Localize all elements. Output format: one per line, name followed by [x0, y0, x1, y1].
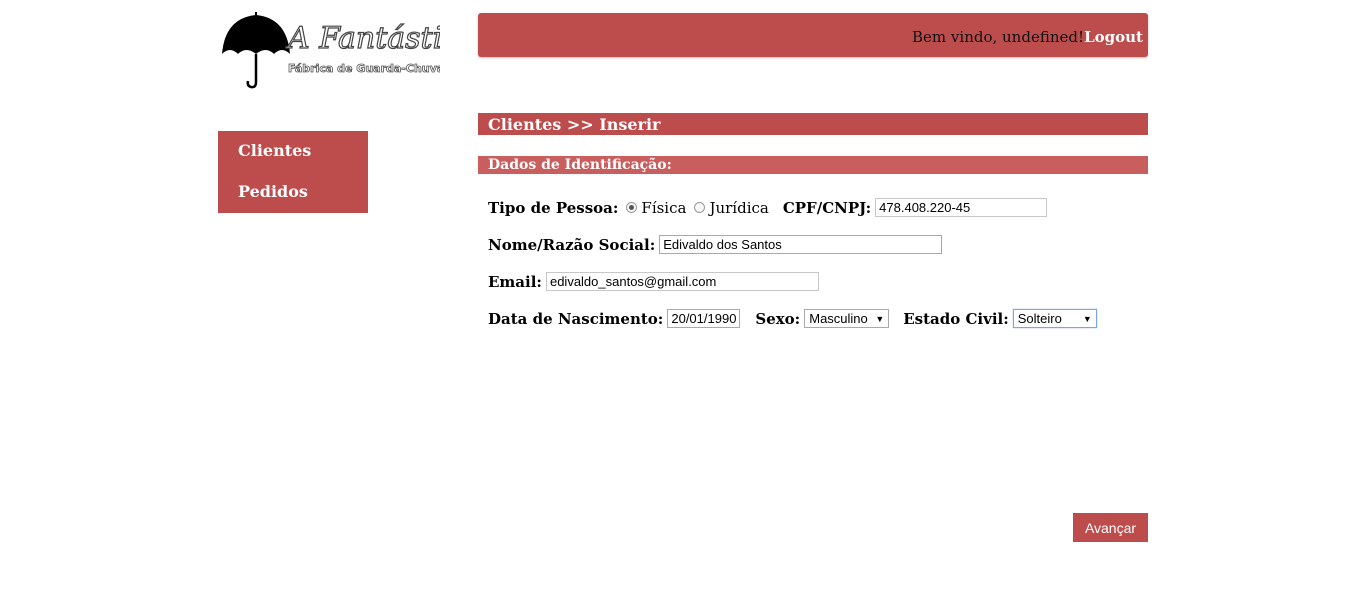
sexo-select-value: Masculino — [809, 311, 868, 326]
radio-juridica[interactable] — [694, 202, 706, 213]
email-row: Email: — [488, 272, 819, 291]
estado-select-value: Solteiro — [1017, 311, 1062, 326]
estado-label: Estado Civil: — [903, 309, 1009, 328]
logo-title: A Fantástica — [285, 21, 440, 56]
radio-fisica[interactable] — [626, 202, 638, 213]
welcome-text: Bem vindo, undefined! — [912, 28, 1084, 46]
logout-link[interactable]: Logout — [1084, 28, 1143, 46]
cpf-input[interactable] — [875, 198, 1048, 217]
tipo-label: Tipo de Pessoa: — [488, 198, 619, 217]
sidebar-item-clientes[interactable]: Clientes — [238, 141, 311, 160]
nome-input[interactable] — [659, 235, 943, 254]
sexo-select[interactable]: Masculino ▼ — [804, 309, 890, 328]
nome-label: Nome/Razão Social: — [488, 235, 656, 254]
page-title: Clientes >> Inserir — [478, 113, 1148, 135]
nome-row: Nome/Razão Social: — [488, 235, 943, 254]
chevron-down-icon: ▼ — [875, 313, 885, 324]
nascimento-input[interactable] — [667, 309, 741, 328]
section-header: Dados de Identificação: — [478, 156, 1148, 174]
radio-juridica-label: Jurídica — [709, 198, 769, 217]
cpf-label: CPF/CNPJ: — [782, 198, 872, 217]
logo-subtitle: Fábrica de Guarda-Chuvas — [288, 62, 440, 75]
email-input[interactable] — [545, 272, 819, 291]
chevron-down-icon: ▼ — [1082, 313, 1092, 324]
nascimento-row: Data de Nascimento: Sexo: Masculino ▼ Es… — [488, 309, 1097, 328]
umbrella-icon — [222, 12, 290, 89]
radio-fisica-label: Física — [641, 198, 687, 217]
avancar-button[interactable]: Avançar — [1073, 513, 1148, 542]
top-bar: Bem vindo, undefined! Logout — [478, 13, 1148, 57]
tipo-row: Tipo de Pessoa: Física Jurídica CPF/CNPJ… — [488, 198, 1048, 217]
email-label: Email: — [488, 272, 542, 291]
nascimento-label: Data de Nascimento: — [488, 309, 664, 328]
sidebar: Clientes Pedidos — [218, 131, 368, 213]
sexo-label: Sexo: — [755, 309, 801, 328]
sidebar-item-pedidos[interactable]: Pedidos — [238, 182, 308, 201]
estado-select[interactable]: Solteiro ▼ — [1012, 309, 1097, 328]
logo: A Fantástica Fábrica de Guarda-Chuvas — [220, 10, 440, 90]
